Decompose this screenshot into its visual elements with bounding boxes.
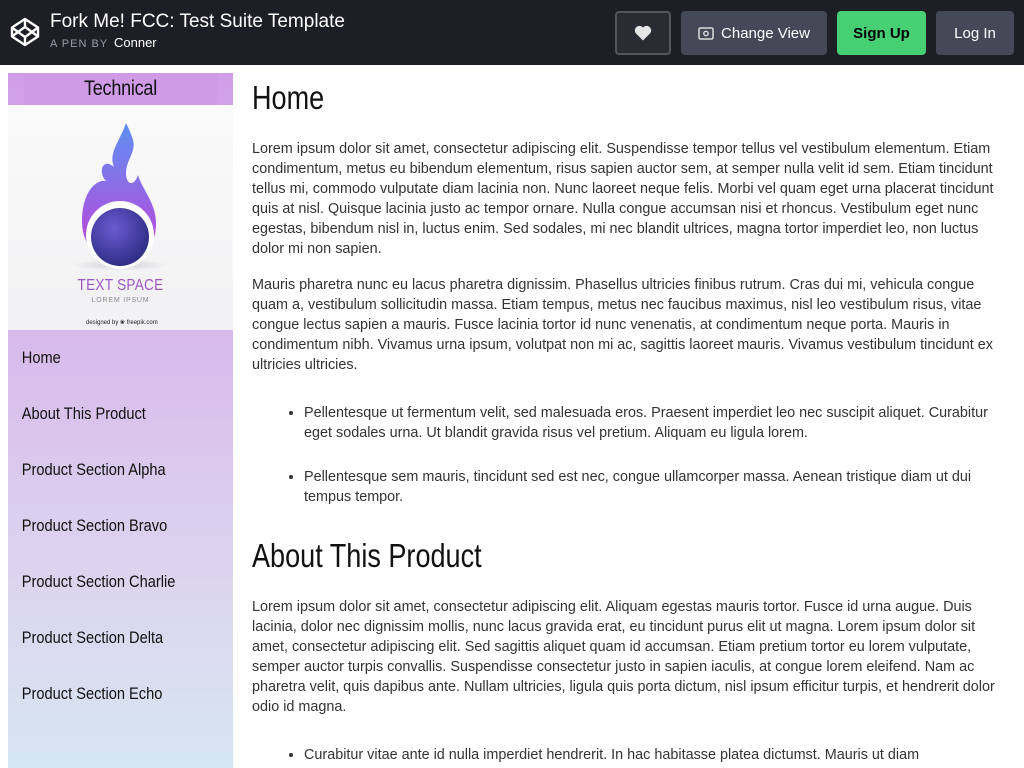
nav-link-charlie[interactable]: Product Section Charlie xyxy=(8,554,202,610)
section-title: About This Product xyxy=(252,537,482,574)
nav-header: Technical Documentation xyxy=(23,73,218,132)
log-in-button[interactable]: Log In xyxy=(936,11,1014,55)
change-view-button[interactable]: Change View xyxy=(681,11,827,55)
logo-credit: designed by ❀ freepik.com xyxy=(86,320,158,326)
section-about: About This Product Lorem ipsum dolor sit… xyxy=(252,531,1012,765)
navbar: Technical Documentation xyxy=(8,73,233,768)
logo-text: TEXT SPACE xyxy=(77,277,164,294)
section-home: Home Lorem ipsum dolor sit amet, consect… xyxy=(252,73,1012,507)
heart-icon xyxy=(634,25,652,41)
sign-up-button[interactable]: Sign Up xyxy=(837,11,926,55)
flame-sphere-icon xyxy=(72,123,168,271)
nav-link-alpha[interactable]: Product Section Alpha xyxy=(8,442,202,498)
nav-list: Home About This Product Product Section … xyxy=(8,330,233,722)
pen-byline: A PEN BY Conner xyxy=(50,35,157,50)
list-item: Curabitur vitae ante id nulla imperdiet … xyxy=(304,745,994,765)
author-link[interactable]: Conner xyxy=(114,35,157,50)
paragraph: Lorem ipsum dolor sit amet, consectetur … xyxy=(252,599,995,715)
main-doc: Home Lorem ipsum dolor sit amet, consect… xyxy=(252,73,1012,768)
list-item: Pellentesque ut fermentum velit, sed mal… xyxy=(304,403,994,443)
nav-link-delta[interactable]: Product Section Delta xyxy=(8,610,202,666)
nav-link-home[interactable]: Home xyxy=(8,330,202,386)
love-button[interactable] xyxy=(615,11,671,55)
nav-link-bravo[interactable]: Product Section Bravo xyxy=(8,498,202,554)
paragraph: Mauris pharetra nunc eu lacus pharetra d… xyxy=(252,277,993,373)
paragraph: Lorem ipsum dolor sit amet, consectetur … xyxy=(252,141,994,257)
pen-title[interactable]: Fork Me! FCC: Test Suite Template xyxy=(50,11,345,33)
logo-subtext: LOREM IPSUM xyxy=(91,297,150,304)
nav-link-echo[interactable]: Product Section Echo xyxy=(8,666,202,722)
view-icon xyxy=(698,26,714,40)
by-label: A PEN BY xyxy=(50,38,108,50)
bullet-list: Curabitur vitae ante id nulla imperdiet … xyxy=(252,745,1012,765)
list-item: Pellentesque sem mauris, tincidunt sed e… xyxy=(304,467,994,507)
codepen-header: Fork Me! FCC: Test Suite Template A PEN … xyxy=(0,0,1024,65)
bullet-list: Pellentesque ut fermentum velit, sed mal… xyxy=(252,403,1012,507)
change-view-label: Change View xyxy=(721,24,810,42)
logo-image: TEXT SPACE LOREM IPSUM designed by ❀ fre… xyxy=(8,105,233,330)
section-title: Home xyxy=(252,79,325,116)
codepen-logo-icon[interactable] xyxy=(10,17,40,47)
nav-link-about[interactable]: About This Product xyxy=(8,386,202,442)
